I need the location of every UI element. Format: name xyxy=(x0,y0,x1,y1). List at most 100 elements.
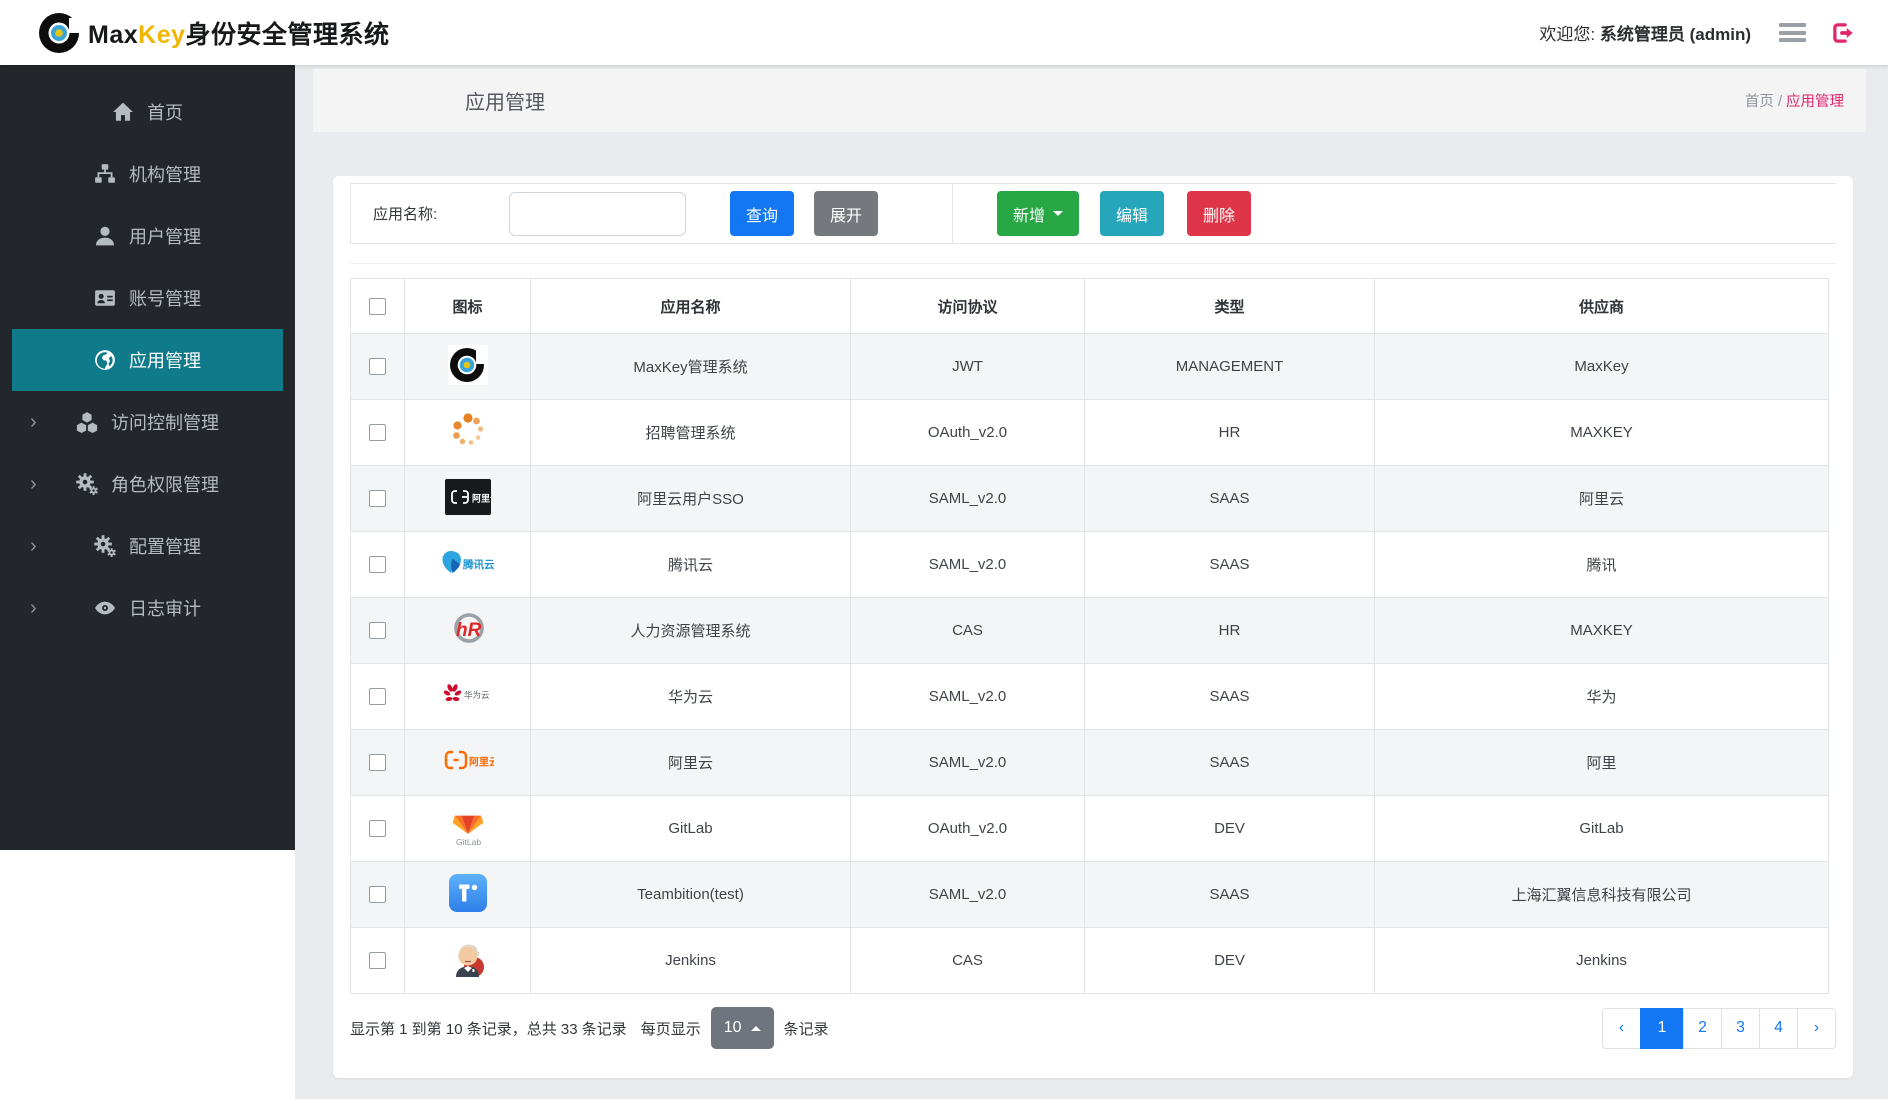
table-row: 招聘管理系统 OAuth_v2.0 HR MAXKEY xyxy=(350,399,1829,466)
sidebar-item-org[interactable]: 机构管理 xyxy=(0,143,295,205)
chevron-right-icon: › xyxy=(30,534,37,557)
page-button-2[interactable]: 2 xyxy=(1683,1007,1722,1049)
breadcrumb-separator: / xyxy=(1777,94,1782,110)
sidebar-item-account[interactable]: 账号管理 xyxy=(0,267,295,329)
app-name-cell: 腾讯云 xyxy=(530,531,851,598)
page-size-label: 每页显示 xyxy=(640,1020,701,1038)
sidebar-item-label: 应用管理 xyxy=(129,351,201,371)
user-name: 系统管理员 (admin) xyxy=(1599,25,1751,44)
row-checkbox[interactable] xyxy=(369,556,386,574)
svg-text:华为云: 华为云 xyxy=(464,690,490,700)
type-cell: MANAGEMENT xyxy=(1084,333,1375,400)
protocol-cell: SAML_v2.0 xyxy=(850,531,1085,598)
row-checkbox[interactable] xyxy=(369,886,386,904)
aliyun-orange-icon: 阿里云 xyxy=(442,744,494,778)
row-select-cell xyxy=(350,597,405,664)
sidebar-item-label: 机构管理 xyxy=(129,165,201,185)
vendor-cell: 阿里云 xyxy=(1374,465,1829,532)
content-card: 应用名称: 查询 展开 新增 编辑 删除 图标 应用名称 访问协议 类型 供应商 Max… xyxy=(333,176,1853,1078)
breadcrumb-current: 应用管理 xyxy=(1786,94,1844,110)
svg-text:hR: hR xyxy=(456,620,482,641)
type-cell: SAAS xyxy=(1084,531,1375,598)
select-all-checkbox[interactable] xyxy=(369,297,386,315)
type-cell: DEV xyxy=(1084,927,1375,994)
sidebar-item-label: 用户管理 xyxy=(129,227,201,247)
row-icon-cell xyxy=(404,333,531,400)
protocol-cell: OAuth_v2.0 xyxy=(850,795,1085,862)
sidebar-item-config[interactable]: › 配置管理 xyxy=(0,515,295,577)
sidebar-item-app[interactable]: 应用管理 xyxy=(12,329,283,391)
records-summary: 显示第 1 到第 10 条记录，总共 33 条记录 xyxy=(350,1020,627,1038)
edit-button[interactable]: 编辑 xyxy=(1100,191,1165,236)
row-checkbox[interactable] xyxy=(369,358,386,376)
cubes-icon xyxy=(76,411,98,433)
next-page-button[interactable]: › xyxy=(1797,1007,1836,1049)
table-row: hR 人力资源管理系统 CAS HR MAXKEY xyxy=(350,597,1829,664)
add-button[interactable]: 新增 xyxy=(997,191,1080,236)
page-size-select[interactable]: 10 xyxy=(710,1007,774,1049)
row-checkbox[interactable] xyxy=(369,820,386,838)
globe-icon xyxy=(94,349,116,371)
table-footer: 显示第 1 到第 10 条记录，总共 33 条记录 每页显示 10 条记录 ‹ 1… xyxy=(350,1007,1836,1049)
row-select-cell xyxy=(350,861,405,928)
row-select-cell xyxy=(350,663,405,730)
vendor-cell: 华为 xyxy=(1374,663,1829,730)
aliyun-dark-icon: 阿里云 xyxy=(444,478,491,515)
sidebar-item-label: 角色权限管理 xyxy=(111,475,219,495)
row-select-cell xyxy=(350,399,405,466)
app-name-cell: Jenkins xyxy=(530,927,851,994)
row-checkbox[interactable] xyxy=(369,424,386,442)
protocol-cell: SAML_v2.0 xyxy=(850,861,1085,928)
vendor-cell: 上海汇翼信息科技有限公司 xyxy=(1374,861,1829,928)
row-icon-cell xyxy=(404,861,531,928)
column-header: 访问协议 xyxy=(850,278,1085,334)
row-select-cell xyxy=(350,465,405,532)
table-row: 华为云 华为云 SAML_v2.0 SAAS 华为 xyxy=(350,663,1829,730)
vendor-cell: MAXKEY xyxy=(1374,597,1829,664)
svg-text:阿里云: 阿里云 xyxy=(472,493,491,503)
eye-icon xyxy=(94,597,116,619)
caret-up-icon xyxy=(750,1025,761,1031)
page-title: 应用管理 xyxy=(465,92,545,114)
recruit-dots-icon xyxy=(448,411,488,451)
row-select-cell xyxy=(350,795,405,862)
menu-toggle-icon[interactable] xyxy=(1779,23,1806,42)
row-checkbox[interactable] xyxy=(369,754,386,772)
row-checkbox[interactable] xyxy=(369,688,386,706)
protocol-cell: CAS xyxy=(850,927,1085,994)
svg-text:阿里云: 阿里云 xyxy=(469,756,494,768)
row-checkbox[interactable] xyxy=(369,490,386,508)
expand-button[interactable]: 展开 xyxy=(814,191,879,236)
sidebar-item-role[interactable]: › 角色权限管理 xyxy=(0,453,295,515)
delete-button[interactable]: 删除 xyxy=(1187,191,1252,236)
protocol-cell: SAML_v2.0 xyxy=(850,729,1085,796)
column-header: 类型 xyxy=(1084,278,1375,334)
search-form: 应用名称: 查询 展开 xyxy=(350,184,953,243)
protocol-cell: SAML_v2.0 xyxy=(850,663,1085,730)
row-icon-cell xyxy=(404,927,531,994)
gears-icon xyxy=(76,473,98,495)
sidebar-item-access[interactable]: › 访问控制管理 xyxy=(0,391,295,453)
protocol-cell: CAS xyxy=(850,597,1085,664)
breadcrumb-home[interactable]: 首页 xyxy=(1745,94,1774,110)
sidebar-item-audit[interactable]: › 日志审计 xyxy=(0,577,295,639)
row-checkbox[interactable] xyxy=(369,622,386,640)
table-row: 阿里云阿里云SAML_v2.0SAAS阿里 xyxy=(350,729,1829,796)
app-name-input[interactable] xyxy=(509,191,686,236)
row-icon-cell: 阿里云 xyxy=(404,729,531,796)
sidebar-item-user[interactable]: 用户管理 xyxy=(0,205,295,267)
app-name-cell: 阿里云用户SSO xyxy=(530,465,851,532)
huawei-cloud-icon: 华为云 xyxy=(440,680,496,710)
query-button[interactable]: 查询 xyxy=(730,191,795,236)
sidebar-item-home[interactable]: 首页 xyxy=(0,81,295,143)
apps-table: 图标 应用名称 访问协议 类型 供应商 MaxKey管理系统 JWT MANAGEMENT M… xyxy=(350,278,1829,994)
id-card-icon xyxy=(94,287,116,309)
page-button-3[interactable]: 3 xyxy=(1721,1007,1760,1049)
page-button-4[interactable]: 4 xyxy=(1759,1007,1798,1049)
logout-icon[interactable] xyxy=(1830,20,1856,46)
page-button-1[interactable]: 1 xyxy=(1640,1007,1684,1049)
app-name-cell: Teambition(test) xyxy=(530,861,851,928)
app-title: MaxKey身份安全管理系统 xyxy=(88,20,390,49)
prev-page-button[interactable]: ‹ xyxy=(1602,1007,1641,1049)
row-checkbox[interactable] xyxy=(369,952,386,970)
